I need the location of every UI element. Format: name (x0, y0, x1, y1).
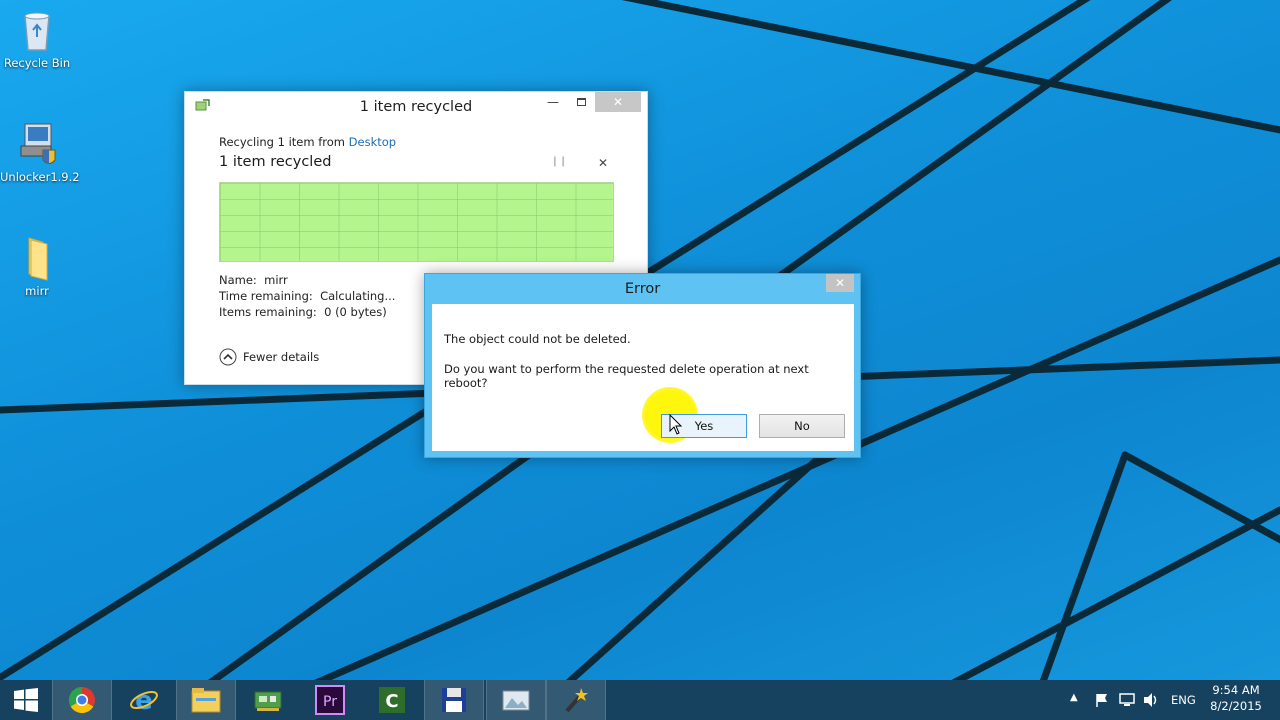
desktop-icon-label: mirr (25, 284, 49, 298)
taskbar-camtasia[interactable]: C (362, 680, 422, 720)
clock[interactable]: 9:54 AM 8/2/2015 (1206, 683, 1266, 713)
close-button[interactable]: ✕ (595, 92, 641, 112)
chrome-icon (68, 686, 95, 714)
mouse-pointer-icon (669, 414, 683, 435)
time-remaining-label: Time remaining: (219, 289, 313, 303)
taskbar-save-app[interactable] (424, 680, 484, 720)
fewer-details-toggle[interactable]: Fewer details (219, 348, 319, 366)
error-dialog-titlebar[interactable]: Error ✕ (425, 274, 860, 304)
taskbar: e Pr C ▲ ENG 9:54 AM 8/2/2015 (0, 680, 1280, 720)
taskbar-chrome[interactable] (52, 680, 112, 720)
time-remaining-value: Calculating... (320, 289, 396, 303)
maximize-icon (576, 98, 586, 106)
installer-icon (20, 123, 56, 164)
desktop-icon-mirr[interactable]: mirr (0, 234, 74, 298)
desktop-icon-unlocker[interactable]: Unlocker1.9.2 (0, 120, 80, 184)
internet-explorer-icon: e (130, 686, 158, 715)
camtasia-icon: C (379, 687, 405, 713)
taskbar-file-explorer[interactable] (176, 680, 236, 720)
taskbar-premiere[interactable]: Pr (300, 680, 360, 720)
recycle-window-title: 1 item recycled (359, 98, 473, 115)
recycle-bin-icon (24, 12, 50, 51)
error-close-button[interactable]: ✕ (826, 274, 854, 292)
taskbar-internet-explorer[interactable]: e (114, 680, 174, 720)
time-remaining-row: Time remaining: Calculating... (219, 289, 395, 303)
action-center-flag-icon[interactable] (1094, 692, 1110, 708)
recycling-prefix: Recycling 1 item from (219, 135, 349, 149)
items-remaining-value: 0 (0 bytes) (324, 305, 387, 319)
floppy-disk-icon (442, 688, 466, 712)
network-card-icon (254, 691, 282, 711)
desktop-icon-label: Recycle Bin (3, 56, 71, 70)
premiere-icon: Pr (315, 685, 345, 715)
recycle-window-titlebar[interactable]: 1 item recycled — ✕ (185, 92, 647, 121)
items-remaining-label: Items remaining: (219, 305, 317, 319)
cancel-operation-button[interactable]: ✕ (593, 156, 613, 172)
desktop-icon-recycle-bin[interactable]: Recycle Bin (0, 6, 74, 70)
magic-wand-icon (565, 688, 588, 713)
svg-text:Pr: Pr (323, 694, 337, 710)
minimize-icon: — (547, 95, 559, 109)
pause-button[interactable]: ❙❙ (549, 156, 569, 172)
file-explorer-icon (191, 688, 221, 713)
yes-button-label: Yes (694, 419, 714, 433)
taskbar-image-app[interactable] (486, 680, 546, 720)
source-desktop-link[interactable]: Desktop (349, 135, 396, 149)
error-dialog-title: Error (624, 281, 661, 297)
close-icon: ✕ (597, 156, 609, 170)
taskbar-network-app[interactable] (238, 680, 298, 720)
error-message: The object could not be deleted. (444, 332, 631, 346)
no-button[interactable]: No (759, 414, 845, 438)
pause-icon: ❙❙ (550, 156, 568, 167)
chevron-up-icon (219, 348, 237, 366)
fewer-details-label: Fewer details (243, 350, 320, 364)
name-label: Name: (219, 273, 257, 287)
name-row: Name: mirr (219, 273, 288, 287)
items-remaining-row: Items remaining: 0 (0 bytes) (219, 305, 387, 319)
svg-text:e: e (135, 686, 153, 715)
desktop-icon-label: Unlocker1.9.2 (0, 170, 80, 184)
maximize-button[interactable] (567, 92, 595, 112)
close-icon: ✕ (612, 95, 624, 109)
clock-date: 8/2/2015 (1210, 699, 1262, 713)
show-hidden-icons-button[interactable]: ▲ (1070, 692, 1078, 703)
taskbar-wizard-app[interactable] (546, 680, 606, 720)
no-button-label: No (794, 419, 810, 433)
close-icon: ✕ (834, 276, 846, 290)
folder-icon (28, 237, 48, 281)
windows-logo-icon (14, 688, 38, 712)
progress-graph (219, 182, 614, 262)
image-viewer-icon (502, 690, 530, 711)
minimize-button[interactable]: — (539, 92, 567, 112)
status-heading: 1 item recycled (219, 154, 332, 170)
volume-icon[interactable] (1142, 692, 1160, 708)
name-value: mirr (264, 273, 288, 287)
language-indicator[interactable]: ENG (1171, 693, 1196, 707)
desktop: Recycle Bin Unlocker1.9.2 mirr 1 item re… (0, 0, 1280, 680)
network-icon[interactable] (1118, 692, 1136, 708)
svg-text:C: C (385, 691, 398, 712)
error-question: Do you want to perform the requested del… (444, 362, 809, 390)
recycling-source-line: Recycling 1 item from Desktop (219, 135, 396, 149)
file-operation-icon (195, 99, 210, 111)
clock-time: 9:54 AM (1212, 683, 1260, 697)
chevron-up-icon: ▲ (1070, 692, 1078, 703)
start-button[interactable] (0, 680, 52, 720)
